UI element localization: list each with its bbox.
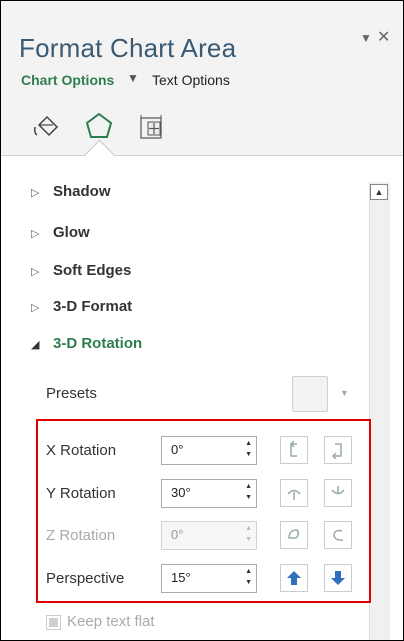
arrow-down-icon <box>331 571 345 585</box>
rotate-up-icon <box>287 489 301 500</box>
rotate-counterclockwise-icon <box>288 529 300 539</box>
section-label: Shadow <box>53 183 111 200</box>
perspective-value[interactable]: 15° <box>171 570 191 585</box>
decrease-perspective-button[interactable] <box>324 564 352 592</box>
spin-arrows-icon[interactable]: ▲ ▼ <box>245 438 252 460</box>
expand-arrow-icon: ▷ <box>31 266 40 278</box>
vertical-scrollbar[interactable]: ▲ <box>369 182 390 640</box>
z-rotation-label: Z Rotation <box>46 527 116 544</box>
rotate-right-icon <box>331 443 342 459</box>
collapse-arrow-icon: ◢ <box>31 339 40 351</box>
format-chart-area-pane: Format Chart Area ▼ ✕ Chart Options ▼ Te… <box>0 0 404 641</box>
section-soft-edges[interactable]: ▷ Soft Edges <box>31 262 131 279</box>
presets-dropdown-icon[interactable]: ▼ <box>340 388 349 398</box>
section-label: Glow <box>53 224 90 241</box>
x-rotation-label: X Rotation <box>46 442 117 459</box>
increase-perspective-button[interactable] <box>280 564 308 592</box>
section-label: 3-D Format <box>53 298 133 315</box>
spin-arrows-icon[interactable]: ▲ ▼ <box>245 481 252 503</box>
x-rotation-value[interactable]: 0° <box>171 442 183 457</box>
presets-button[interactable] <box>292 376 328 412</box>
expand-arrow-icon: ▷ <box>31 187 40 199</box>
tab-text-options[interactable]: Text Options <box>152 72 230 88</box>
rotate-left-icon <box>289 441 297 457</box>
chevron-down-icon[interactable]: ▼ <box>127 71 139 85</box>
size-properties-icon[interactable] <box>137 113 167 143</box>
scroll-up-arrow-icon[interactable]: ▲ <box>370 184 388 200</box>
y-rotation-stepper[interactable]: 30° ▲ ▼ <box>161 479 257 508</box>
section-label: 3-D Rotation <box>53 335 143 352</box>
tab-chart-options[interactable]: Chart Options <box>21 72 114 88</box>
section-label: Soft Edges <box>53 262 132 279</box>
keep-text-flat-label: Keep text flat <box>67 613 155 630</box>
section-3d-format[interactable]: ▷ 3-D Format <box>31 298 132 315</box>
close-icon[interactable]: ✕ <box>377 27 390 47</box>
fill-line-icon[interactable] <box>31 113 61 143</box>
rotate-counterclockwise-button[interactable] <box>280 521 308 549</box>
rotate-up-button[interactable] <box>280 479 308 507</box>
spin-arrows-icon[interactable]: ▲ ▼ <box>245 566 252 588</box>
y-rotation-label: Y Rotation <box>46 485 116 502</box>
rotate-clockwise-icon <box>333 529 344 541</box>
section-glow[interactable]: ▷ Glow <box>31 224 90 241</box>
x-rotation-stepper[interactable]: 0° ▲ ▼ <box>161 436 257 465</box>
rotate-down-button[interactable] <box>324 479 352 507</box>
section-shadow[interactable]: ▷ Shadow <box>31 183 111 200</box>
pane-title: Format Chart Area <box>19 33 237 63</box>
expand-arrow-icon: ▷ <box>31 302 40 314</box>
pane-options-dropdown-icon[interactable]: ▼ <box>360 31 372 45</box>
presets-label: Presets <box>46 385 97 402</box>
keep-text-flat-checkbox <box>46 615 61 630</box>
rotate-left-button[interactable] <box>280 436 308 464</box>
z-rotation-stepper: 0° ▲ ▼ <box>161 521 257 550</box>
perspective-label: Perspective <box>46 570 125 587</box>
expand-arrow-icon: ▷ <box>31 228 40 240</box>
spin-arrows-icon: ▲ ▼ <box>245 525 252 543</box>
section-3d-rotation[interactable]: ◢ 3-D Rotation <box>31 335 142 352</box>
y-rotation-value[interactable]: 30° <box>171 485 191 500</box>
rotate-right-button[interactable] <box>324 436 352 464</box>
effects-icon[interactable] <box>84 111 114 141</box>
perspective-stepper[interactable]: 15° ▲ ▼ <box>161 564 257 593</box>
rotate-clockwise-button[interactable] <box>324 521 352 549</box>
rotate-down-icon <box>331 486 345 495</box>
arrow-up-icon <box>287 571 301 585</box>
z-rotation-value: 0° <box>171 527 184 542</box>
